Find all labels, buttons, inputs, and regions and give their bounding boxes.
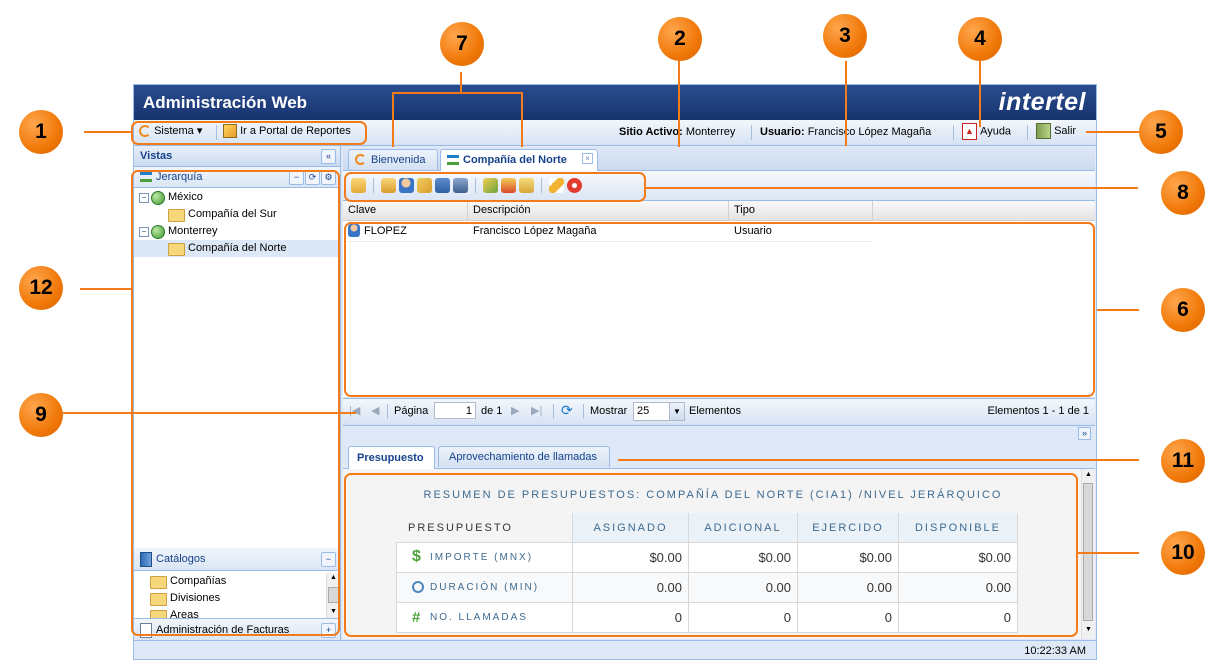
page-label: Página — [394, 405, 429, 417]
next-page-icon[interactable]: ▶ — [511, 404, 519, 417]
site-value: Monterrey — [685, 126, 736, 138]
callout-line-10 — [1078, 552, 1139, 554]
paging-toolbar: |◀ ◀ Página de 1 ▶ ▶| ⟳ Mostrar 25 ▼ Ele… — [343, 398, 1095, 426]
scroll-down-arrow-icon[interactable]: ▼ — [1085, 626, 1092, 633]
exit-door-icon — [1036, 123, 1051, 139]
callout-line-3 — [845, 61, 847, 146]
tab-label: Compañía del Norte — [463, 154, 567, 166]
callout-12: 12 — [19, 266, 63, 310]
callout-2: 2 — [658, 17, 702, 61]
grid-header-descripcion[interactable]: Descripción — [468, 201, 729, 221]
callout-line-2 — [678, 61, 680, 147]
help-label: Ayuda — [980, 125, 1012, 138]
highlight-box-10 — [344, 473, 1078, 637]
column-label: Descripción — [473, 204, 531, 216]
toolbar-separator — [1027, 125, 1028, 140]
views-title: Vistas — [140, 150, 173, 162]
page-size-select[interactable]: 25 ▼ — [633, 402, 685, 421]
highlight-box-8 — [344, 172, 646, 202]
toolbar-separator — [387, 404, 388, 419]
callout-line-7h — [392, 92, 523, 94]
page-total-label: de 1 — [481, 405, 503, 417]
exit-button[interactable]: Salir — [1036, 123, 1076, 139]
callout-line-11 — [618, 459, 1139, 461]
scroll-up-arrow-icon[interactable]: ▲ — [1085, 471, 1092, 478]
callout-line-6 — [1097, 309, 1139, 311]
callout-line-4 — [979, 61, 981, 127]
last-page-icon[interactable]: ▶| — [531, 404, 542, 417]
callout-11: 11 — [1161, 439, 1205, 483]
refresh-icon[interactable]: ⟳ — [561, 402, 573, 419]
tab-aprovechamiento[interactable]: Aprovechamiento de llamadas — [438, 446, 610, 467]
callout-line-8 — [646, 187, 1138, 189]
tab-label: Aprovechamiento de llamadas — [449, 451, 597, 463]
site-label: Sitio Activo: — [619, 126, 683, 138]
views-header: Vistas « — [134, 146, 340, 167]
help-button[interactable]: ▲ Ayuda — [962, 123, 1011, 140]
swirl-icon — [355, 154, 366, 165]
highlight-box-12 — [131, 170, 340, 636]
callout-1: 1 — [19, 110, 63, 154]
callout-line-7 — [460, 72, 462, 93]
user-value: Francisco López Magaña — [807, 126, 932, 138]
toolbar-separator — [953, 125, 954, 140]
callout-10: 10 — [1161, 531, 1205, 575]
highlight-box-6 — [344, 222, 1095, 397]
callout-6: 6 — [1161, 288, 1205, 332]
main-tab-strip: Bienvenida Compañía del Norte × — [343, 146, 1095, 171]
status-clock: 10:22:33 AM — [1024, 645, 1086, 657]
expand-down-icon[interactable]: » — [1078, 427, 1091, 440]
toolbar-separator — [583, 404, 584, 419]
page-size-value: 25 — [637, 405, 650, 417]
collapse-bar: » — [343, 426, 1095, 442]
callout-3: 3 — [823, 14, 867, 58]
brand-logo: intertel — [998, 88, 1086, 116]
callout-line-7a — [392, 92, 394, 147]
items-range: Elementos 1 - 1 de 1 — [987, 405, 1089, 417]
tab-compania-norte[interactable]: Compañía del Norte × — [440, 149, 598, 171]
pdf-icon: ▲ — [962, 123, 977, 140]
hierarchy-icon — [447, 155, 459, 165]
highlight-box-1 — [131, 121, 367, 145]
callout-8: 8 — [1161, 171, 1205, 215]
callout-line-5 — [1086, 131, 1139, 133]
callout-7: 7 — [440, 22, 484, 66]
summary-scrollbar[interactable]: ▲ ▼ — [1081, 469, 1095, 639]
toolbar-separator — [553, 404, 554, 419]
tab-bienvenida[interactable]: Bienvenida — [348, 149, 438, 170]
callout-line-9 — [63, 412, 356, 414]
app-title: Administración Web — [143, 93, 308, 112]
callout-line-1 — [84, 131, 131, 133]
detail-tab-strip: Presupuesto Aprovechamiento de llamadas — [343, 443, 1095, 469]
tab-label: Presupuesto — [357, 452, 424, 464]
grid-header-tipo[interactable]: Tipo — [729, 201, 873, 221]
column-label: Clave — [348, 204, 377, 216]
close-icon[interactable]: × — [582, 153, 593, 164]
user-label: Usuario: — [760, 126, 805, 138]
status-bar: 10:22:33 AM — [134, 640, 1096, 659]
callout-4: 4 — [958, 17, 1002, 61]
callout-5: 5 — [1139, 110, 1183, 154]
grid-header-filler — [873, 201, 1095, 221]
show-label: Mostrar — [590, 405, 628, 417]
callout-line-7b — [521, 92, 523, 147]
title-bar: Administración Web intertel — [134, 85, 1096, 120]
items-label: Elementos — [689, 405, 741, 417]
toolbar-separator — [751, 125, 752, 140]
page-number-input[interactable] — [434, 402, 476, 419]
collapse-panel-button[interactable]: « — [321, 149, 336, 164]
callout-9: 9 — [19, 393, 63, 437]
tab-presupuesto[interactable]: Presupuesto — [348, 446, 435, 469]
grid-header-clave[interactable]: Clave — [343, 201, 468, 221]
column-label: Tipo — [734, 204, 755, 216]
prev-page-icon[interactable]: ◀ — [371, 404, 379, 417]
exit-label: Salir — [1054, 125, 1077, 137]
callout-line-12 — [80, 288, 131, 290]
chevron-down-icon[interactable]: ▼ — [669, 403, 684, 420]
tab-label: Bienvenida — [371, 154, 426, 166]
first-page-icon[interactable]: |◀ — [349, 404, 360, 417]
